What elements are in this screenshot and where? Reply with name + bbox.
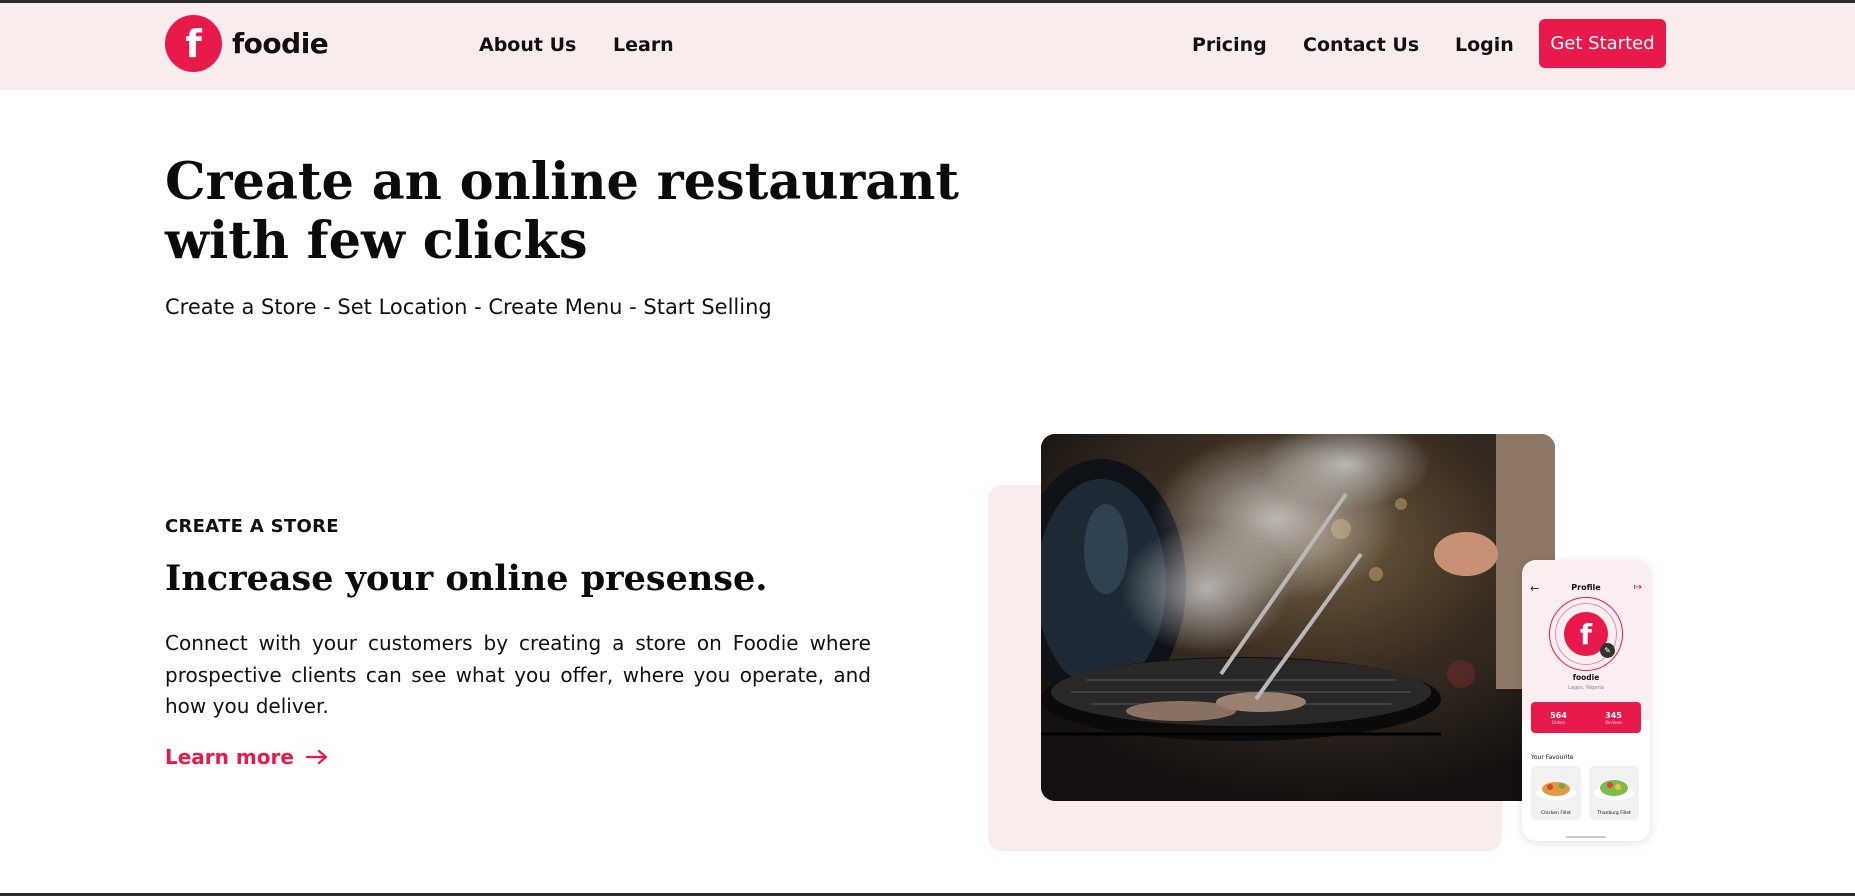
site-header: f foodie About Us Learn Pricing Contact … bbox=[0, 3, 1855, 90]
dish-image bbox=[1536, 782, 1576, 800]
edit-icon: ✎ bbox=[1600, 643, 1615, 658]
get-started-button[interactable]: Get Started bbox=[1539, 19, 1666, 68]
logo-icon: f bbox=[165, 15, 222, 72]
logout-icon: ↦ bbox=[1633, 582, 1642, 593]
grill-photo bbox=[1041, 434, 1555, 801]
hero-title: Create an online restaurant with few cli… bbox=[165, 152, 959, 271]
arrow-right-icon bbox=[305, 750, 327, 764]
stat-orders: 564 Orders bbox=[1550, 710, 1567, 725]
feature-title: Increase your online presense. bbox=[165, 558, 768, 599]
phone-mockup: ← Profile ↦ f ✎ foodie Lagos, Nigeria 56… bbox=[1522, 560, 1650, 841]
favourite-item: Chicken Fillet bbox=[1531, 766, 1581, 820]
nav-login[interactable]: Login bbox=[1455, 34, 1514, 56]
dish-image bbox=[1594, 780, 1634, 800]
brand-name: foodie bbox=[232, 27, 329, 60]
nav-pricing[interactable]: Pricing bbox=[1192, 34, 1267, 56]
favourite-item: Thanburg Fillet bbox=[1589, 766, 1639, 820]
learn-more-label: Learn more bbox=[165, 745, 294, 769]
brand-logo[interactable]: f foodie bbox=[165, 15, 329, 72]
feature-eyebrow: CREATE A STORE bbox=[165, 516, 339, 537]
profile-stats: 564 Orders 345 Reviews bbox=[1531, 702, 1641, 733]
profile-name: foodie bbox=[1572, 673, 1600, 682]
nav-about-us[interactable]: About Us bbox=[479, 34, 576, 56]
nav-learn[interactable]: Learn bbox=[613, 34, 674, 56]
home-indicator bbox=[1566, 836, 1606, 838]
profile-location: Lagos, Nigeria bbox=[1568, 685, 1604, 691]
hero-subtitle: Create a Store - Set Location - Create M… bbox=[165, 295, 772, 319]
nav-contact-us[interactable]: Contact Us bbox=[1303, 34, 1419, 56]
learn-more-link[interactable]: Learn more bbox=[165, 745, 328, 769]
stat-reviews: 345 Reviews bbox=[1605, 710, 1622, 725]
phone-profile-title: Profile bbox=[1571, 583, 1601, 592]
favourites-label: Your Favourite bbox=[1531, 754, 1574, 761]
feature-description: Connect with your customers by creating … bbox=[165, 631, 871, 718]
